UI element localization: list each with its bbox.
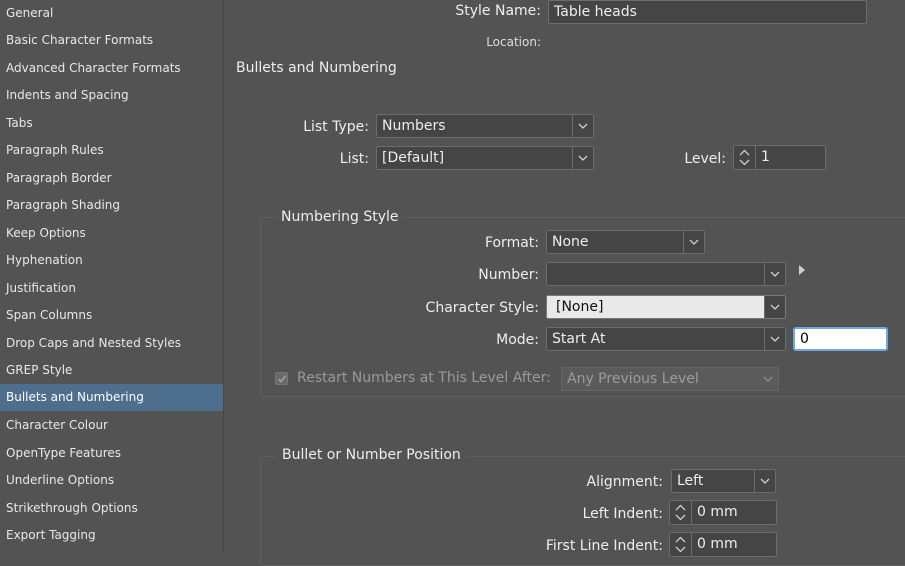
restart-level-select[interactable]: Any Previous Level — [561, 367, 779, 391]
restart-level-value: Any Previous Level — [567, 371, 699, 387]
chevron-down-icon[interactable] — [754, 470, 775, 492]
chevron-up-icon[interactable] — [739, 149, 750, 156]
sidebar-item-paragraph-rules[interactable]: Paragraph Rules — [0, 137, 223, 164]
stepper-arrows[interactable] — [734, 146, 756, 169]
first-line-indent-stepper[interactable]: 0 mm — [669, 532, 777, 557]
sidebar-item-justification[interactable]: Justification — [0, 275, 223, 302]
chevron-down-icon[interactable] — [739, 159, 750, 166]
level-stepper[interactable]: 1 — [733, 145, 826, 170]
section-title: Bullets and Numbering — [236, 60, 397, 76]
level-label: Level: — [684, 151, 726, 167]
alignment-label: Alignment: — [586, 474, 663, 490]
alignment-select[interactable]: Left — [671, 469, 776, 493]
chevron-down-icon[interactable] — [764, 328, 785, 350]
sidebar-item-underline-options[interactable]: Underline Options — [0, 467, 223, 494]
sidebar-item-export-tagging[interactable]: Export Tagging — [0, 522, 223, 549]
format-value: None — [552, 234, 589, 250]
list-select[interactable]: [Default] — [376, 146, 594, 170]
sidebar-item-advanced-character-formats[interactable]: Advanced Character Formats — [0, 55, 223, 82]
format-select[interactable]: None — [546, 230, 705, 254]
number-label: Number: — [478, 267, 539, 283]
chevron-down-icon[interactable] — [675, 546, 686, 553]
sidebar-item-strikethrough-options[interactable]: Strikethrough Options — [0, 495, 223, 522]
sidebar-item-opentype-features[interactable]: OpenType Features — [0, 440, 223, 467]
left-indent-stepper[interactable]: 0 mm — [669, 500, 777, 525]
left-indent-label: Left Indent: — [582, 506, 663, 522]
sidebar-item-paragraph-border[interactable]: Paragraph Border — [0, 165, 223, 192]
sidebar-item-tabs[interactable]: Tabs — [0, 110, 223, 137]
position-title: Bullet or Number Position — [276, 447, 467, 463]
list-label: List: — [339, 151, 369, 167]
sidebar-item-hyphenation[interactable]: Hyphenation — [0, 247, 223, 274]
start-at-input[interactable]: 0 — [793, 327, 888, 351]
sidebar-item-paragraph-shading[interactable]: Paragraph Shading — [0, 192, 223, 219]
chevron-down-icon[interactable] — [675, 514, 686, 521]
chevron-down-icon[interactable] — [572, 147, 593, 169]
first-line-indent-label: First Line Indent: — [545, 538, 663, 554]
sidebar-item-keep-options[interactable]: Keep Options — [0, 220, 223, 247]
stepper-arrows[interactable] — [670, 533, 692, 556]
insert-special-character-icon[interactable] — [799, 265, 805, 275]
chevron-down-icon[interactable] — [757, 368, 778, 390]
chevron-down-icon[interactable] — [764, 296, 785, 318]
sidebar-item-bullets-and-numbering[interactable]: Bullets and Numbering — [0, 384, 223, 411]
restart-numbers-checkbox[interactable] — [275, 372, 288, 385]
format-label: Format: — [484, 235, 539, 251]
mode-value: Start At — [552, 331, 606, 347]
sidebar-item-basic-character-formats[interactable]: Basic Character Formats — [0, 27, 223, 54]
numbering-style-title: Numbering Style — [275, 209, 405, 225]
sidebar-item-grep-style[interactable]: GREP Style — [0, 357, 223, 384]
number-input[interactable] — [546, 262, 786, 286]
list-type-value: Numbers — [382, 118, 446, 134]
restart-numbers-label: Restart Numbers at This Level After: — [297, 370, 551, 386]
character-style-value: [None] — [556, 299, 604, 315]
sidebar-item-drop-caps-nested-styles[interactable]: Drop Caps and Nested Styles — [0, 330, 223, 357]
checkmark-icon — [277, 375, 287, 383]
list-value: [Default] — [382, 150, 445, 166]
location-label: Location: — [486, 35, 541, 49]
left-indent-value: 0 mm — [697, 504, 738, 520]
list-type-label: List Type: — [303, 119, 369, 135]
chevron-up-icon[interactable] — [675, 536, 686, 543]
sidebar-item-general[interactable]: General — [0, 0, 223, 27]
sidebar-item-indents-and-spacing[interactable]: Indents and Spacing — [0, 82, 223, 109]
chevron-down-icon[interactable] — [683, 231, 704, 253]
style-name-input[interactable]: Table heads — [548, 0, 867, 24]
style-name-label: Style Name: — [455, 3, 541, 19]
settings-panel: Style Name: Table heads Location: Bullet… — [224, 0, 905, 566]
first-line-indent-value: 0 mm — [697, 536, 738, 552]
sidebar-item-span-columns[interactable]: Span Columns — [0, 302, 223, 329]
stepper-arrows[interactable] — [670, 501, 692, 524]
character-style-label: Character Style: — [425, 300, 539, 316]
list-type-select[interactable]: Numbers — [376, 114, 594, 138]
sidebar-item-character-colour[interactable]: Character Colour — [0, 412, 223, 439]
chevron-down-icon[interactable] — [572, 115, 593, 137]
alignment-value: Left — [677, 473, 704, 489]
chevron-down-icon[interactable] — [764, 263, 785, 285]
category-sidebar: General Basic Character Formats Advanced… — [0, 0, 224, 554]
mode-select[interactable]: Start At — [546, 327, 786, 351]
level-value: 1 — [761, 149, 770, 165]
character-style-select[interactable]: [None] — [546, 295, 786, 319]
chevron-up-icon[interactable] — [675, 504, 686, 511]
mode-label: Mode: — [496, 332, 539, 348]
